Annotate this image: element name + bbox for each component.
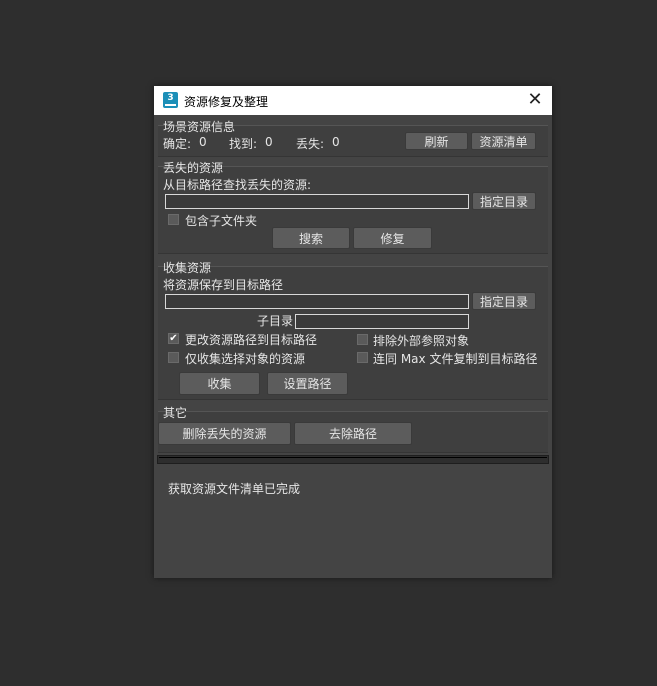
search-button[interactable]: 搜索 (272, 227, 350, 249)
status-message: 获取资源文件清单已完成 (168, 482, 301, 496)
update-paths-checkbox[interactable]: ✔ (168, 333, 179, 344)
search-path-label: 从目标路径查找丢失的资源: (163, 178, 312, 192)
missing-search-path-input[interactable] (165, 194, 469, 209)
repair-button[interactable]: 修复 (353, 227, 432, 249)
other-header: 其它 (163, 406, 188, 420)
missing-browse-button[interactable]: 指定目录 (472, 192, 536, 210)
copy-max-label: 连同 Max 文件复制到目标路径 (373, 352, 538, 366)
subdir-input[interactable] (295, 314, 469, 329)
selected-only-checkbox[interactable] (168, 352, 179, 363)
missing-label: 丢失: (296, 137, 325, 151)
missing-assets-header: 丢失的资源 (163, 161, 224, 175)
app-icon: 3 (163, 92, 178, 108)
exclude-xref-checkbox[interactable] (357, 334, 368, 345)
strip-path-button[interactable]: 去除路径 (294, 422, 412, 445)
collect-assets-header: 收集资源 (163, 261, 212, 275)
asset-list-button[interactable]: 资源清单 (471, 132, 536, 150)
found-label: 找到: (229, 137, 258, 151)
include-subfolders-label: 包含子文件夹 (185, 214, 258, 228)
progress-bar (157, 455, 549, 464)
subdir-label: 子目录 (257, 314, 294, 328)
delete-missing-button[interactable]: 删除丢失的资源 (158, 422, 291, 445)
collect-target-path-input[interactable] (165, 294, 469, 309)
scene-info-header: 场景资源信息 (163, 120, 236, 134)
confirmed-label: 确定: (163, 137, 192, 151)
selected-only-label: 仅收集选择对象的资源 (185, 352, 306, 366)
missing-value: 0 (332, 135, 340, 149)
save-path-label: 将资源保存到目标路径 (163, 278, 284, 292)
window-title: 资源修复及整理 (184, 95, 269, 109)
update-paths-label: 更改资源路径到目标路径 (185, 333, 318, 347)
missing-assets-group: 丢失的资源 从目标路径查找丢失的资源: 指定目录 包含子文件夹 搜索 修复 (158, 158, 548, 254)
collect-assets-group: 收集资源 将资源保存到目标路径 指定目录 子目录 ✔ 更改资源路径到目标路径 排… (158, 258, 548, 400)
collect-button[interactable]: 收集 (179, 372, 260, 395)
found-value: 0 (265, 135, 273, 149)
exclude-xref-label: 排除外部参照对象 (373, 334, 470, 348)
refresh-button[interactable]: 刷新 (405, 132, 468, 150)
scene-info-group: 场景资源信息 确定: 0 找到: 0 丢失: 0 刷新 资源清单 (158, 117, 548, 157)
other-group: 其它 删除丢失的资源 去除路径 (158, 403, 548, 453)
asset-repair-dialog: 3 资源修复及整理 ✕ 场景资源信息 确定: 0 找到: 0 丢失: 0 刷新 … (154, 86, 552, 578)
close-icon[interactable]: ✕ (524, 90, 546, 110)
title-bar[interactable]: 3 资源修复及整理 ✕ (154, 86, 552, 115)
set-path-button[interactable]: 设置路径 (267, 372, 348, 395)
confirmed-value: 0 (199, 135, 207, 149)
copy-max-checkbox[interactable] (357, 352, 368, 363)
include-subfolders-checkbox[interactable] (168, 214, 179, 225)
collect-browse-button[interactable]: 指定目录 (472, 292, 536, 310)
